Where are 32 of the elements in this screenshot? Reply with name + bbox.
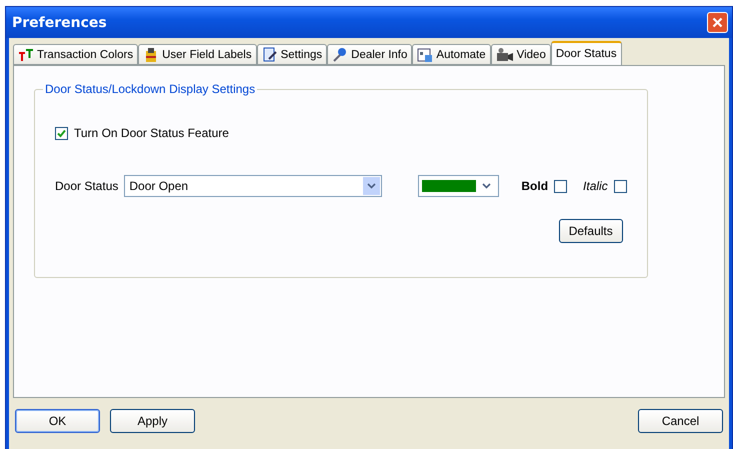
window-title: Preferences: [12, 14, 107, 30]
close-icon: [712, 17, 723, 28]
checkmark-icon: [57, 128, 66, 138]
tab[interactable]: Transaction Colors: [13, 44, 138, 65]
chevron-down-icon: [482, 183, 492, 189]
dialog-button[interactable]: Cancel: [638, 409, 723, 433]
tab[interactable]: User Field Labels: [138, 44, 257, 65]
document-icon: [262, 46, 278, 62]
bold-label: Bold: [521, 179, 548, 193]
checkbox[interactable]: [55, 126, 68, 140]
camera-icon: [496, 46, 514, 62]
tab[interactable]: Dealer Info: [327, 44, 412, 65]
italic-label: Italic: [583, 179, 608, 193]
letters-icon: [18, 48, 34, 62]
field-label: Door Status: [55, 179, 118, 193]
chevron-down-icon: [367, 183, 376, 189]
close-button[interactable]: [707, 12, 728, 33]
bold-checkbox[interactable]: [554, 180, 568, 192]
dialog-button[interactable]: OK: [15, 409, 100, 433]
checkbox-label: Turn On Door Status Feature: [74, 126, 229, 140]
defaults-button[interactable]: Defaults: [558, 219, 623, 243]
color-dropdown[interactable]: [418, 175, 500, 197]
pushpin-icon: [332, 46, 348, 62]
dialog-button[interactable]: Apply: [110, 409, 195, 433]
italic-checkbox[interactable]: [614, 180, 627, 192]
tab[interactable]: Door Status: [550, 41, 622, 65]
tab[interactable]: Video: [490, 44, 551, 65]
calendar-icon: [417, 46, 434, 62]
tab[interactable]: Automate: [412, 44, 491, 65]
door-status-dropdown[interactable]: Door Open: [124, 175, 382, 197]
group-title: Door Status/Lockdown Display Settings: [44, 82, 256, 96]
tab[interactable]: Settings: [256, 44, 328, 65]
